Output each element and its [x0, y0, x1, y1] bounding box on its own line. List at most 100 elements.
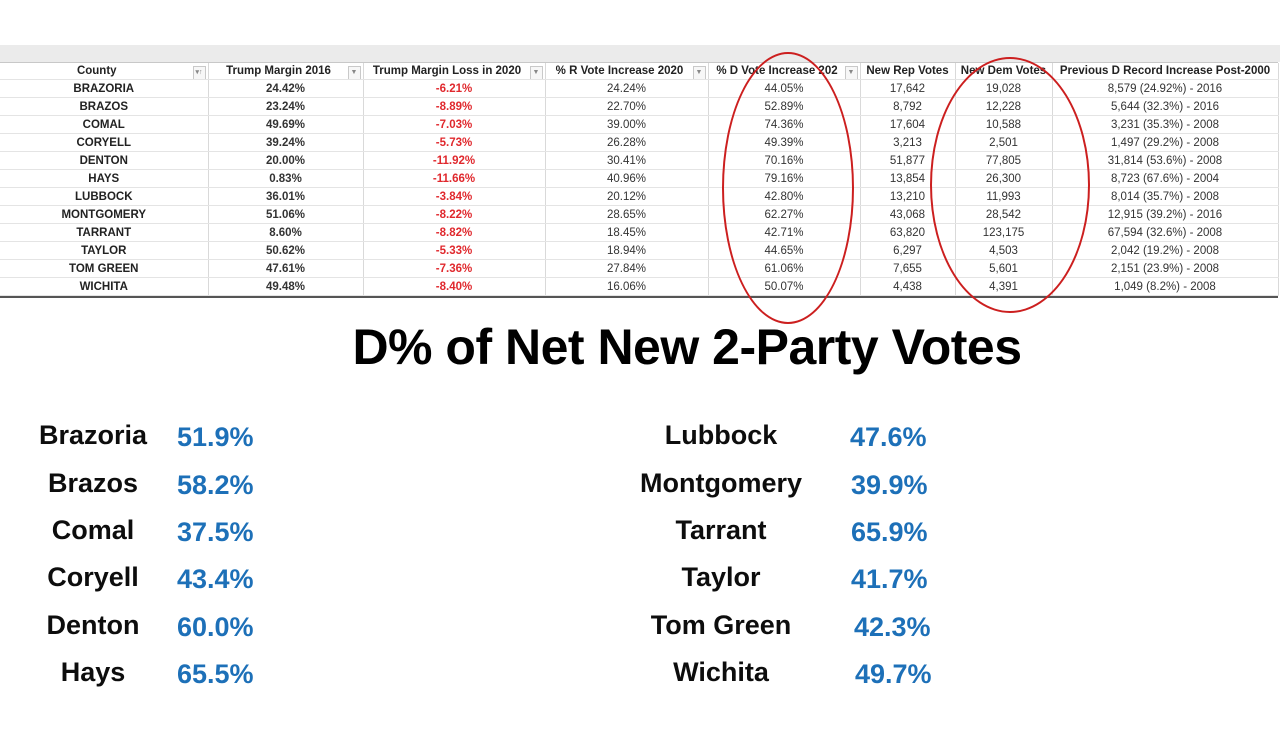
cell-county[interactable]: MONTGOMERY — [0, 205, 209, 224]
cell-r-vote-increase[interactable]: 22.70% — [545, 97, 709, 116]
column-header-r-vote-increase[interactable]: % R Vote Increase 2020 ▼ — [545, 63, 709, 80]
cell-trump-margin-loss-2020[interactable]: -11.92% — [363, 151, 546, 170]
column-header-trump-margin-loss-2020[interactable]: Trump Margin Loss in 2020 ▼ — [363, 63, 546, 80]
cell-d-vote-increase[interactable]: 50.07% — [708, 277, 861, 296]
cell-county[interactable]: BRAZOS — [0, 97, 209, 116]
cell-new-rep-votes[interactable]: 51,877 — [860, 151, 956, 170]
cell-trump-margin-loss-2020[interactable]: -6.21% — [363, 79, 546, 98]
cell-r-vote-increase[interactable]: 16.06% — [545, 277, 709, 296]
cell-trump-margin-loss-2020[interactable]: -11.66% — [363, 169, 546, 188]
cell-new-dem-votes[interactable]: 77,805 — [955, 151, 1053, 170]
column-header-county[interactable]: County ▾↑ — [0, 63, 209, 80]
cell-trump-margin-2016[interactable]: 20.00% — [208, 151, 364, 170]
cell-d-vote-increase[interactable]: 74.36% — [708, 115, 861, 134]
cell-new-rep-votes[interactable]: 63,820 — [860, 223, 956, 242]
cell-d-vote-increase[interactable]: 79.16% — [708, 169, 861, 188]
cell-trump-margin-loss-2020[interactable]: -7.03% — [363, 115, 546, 134]
cell-new-rep-votes[interactable]: 17,642 — [860, 79, 956, 98]
cell-previous-d-record[interactable]: 1,497 (29.2%) - 2008 — [1052, 133, 1279, 152]
cell-trump-margin-2016[interactable]: 0.83% — [208, 169, 364, 188]
cell-trump-margin-2016[interactable]: 49.69% — [208, 115, 364, 134]
cell-new-rep-votes[interactable]: 13,854 — [860, 169, 956, 188]
cell-county[interactable]: TARRANT — [0, 223, 209, 242]
cell-d-vote-increase[interactable]: 62.27% — [708, 205, 861, 224]
cell-new-dem-votes[interactable]: 19,028 — [955, 79, 1053, 98]
cell-trump-margin-2016[interactable]: 51.06% — [208, 205, 364, 224]
cell-previous-d-record[interactable]: 8,014 (35.7%) - 2008 — [1052, 187, 1279, 206]
cell-previous-d-record[interactable]: 2,042 (19.2%) - 2008 — [1052, 241, 1279, 260]
cell-r-vote-increase[interactable]: 18.45% — [545, 223, 709, 242]
cell-d-vote-increase[interactable]: 44.05% — [708, 79, 861, 98]
cell-new-dem-votes[interactable]: 123,175 — [955, 223, 1053, 242]
cell-r-vote-increase[interactable]: 24.24% — [545, 79, 709, 98]
column-header-new-dem-votes[interactable]: New Dem Votes — [955, 63, 1053, 80]
cell-new-rep-votes[interactable]: 13,210 — [860, 187, 956, 206]
filter-dropdown-icon[interactable]: ▼ — [347, 66, 361, 79]
cell-trump-margin-loss-2020[interactable]: -5.33% — [363, 241, 546, 260]
column-header-previous-d-record[interactable]: Previous D Record Increase Post-2000 — [1052, 63, 1279, 80]
cell-trump-margin-2016[interactable]: 39.24% — [208, 133, 364, 152]
cell-trump-margin-loss-2020[interactable]: -3.84% — [363, 187, 546, 206]
cell-trump-margin-loss-2020[interactable]: -5.73% — [363, 133, 546, 152]
cell-county[interactable]: HAYS — [0, 169, 209, 188]
cell-r-vote-increase[interactable]: 26.28% — [545, 133, 709, 152]
cell-d-vote-increase[interactable]: 44.65% — [708, 241, 861, 260]
cell-previous-d-record[interactable]: 67,594 (32.6%) - 2008 — [1052, 223, 1279, 242]
cell-trump-margin-loss-2020[interactable]: -8.40% — [363, 277, 546, 296]
cell-new-dem-votes[interactable]: 11,993 — [955, 187, 1053, 206]
cell-new-dem-votes[interactable]: 26,300 — [955, 169, 1053, 188]
cell-trump-margin-2016[interactable]: 23.24% — [208, 97, 364, 116]
column-header-trump-margin-2016[interactable]: Trump Margin 2016 ▼ — [208, 63, 364, 80]
cell-trump-margin-2016[interactable]: 36.01% — [208, 187, 364, 206]
cell-previous-d-record[interactable]: 5,644 (32.3%) - 2016 — [1052, 97, 1279, 116]
cell-d-vote-increase[interactable]: 70.16% — [708, 151, 861, 170]
cell-county[interactable]: LUBBOCK — [0, 187, 209, 206]
filter-dropdown-icon[interactable]: ▼ — [529, 66, 543, 79]
cell-d-vote-increase[interactable]: 42.80% — [708, 187, 861, 206]
cell-new-rep-votes[interactable]: 8,792 — [860, 97, 956, 116]
cell-county[interactable]: CORYELL — [0, 133, 209, 152]
cell-trump-margin-loss-2020[interactable]: -8.22% — [363, 205, 546, 224]
cell-county[interactable]: DENTON — [0, 151, 209, 170]
cell-r-vote-increase[interactable]: 30.41% — [545, 151, 709, 170]
cell-new-dem-votes[interactable]: 2,501 — [955, 133, 1053, 152]
cell-new-rep-votes[interactable]: 3,213 — [860, 133, 956, 152]
cell-d-vote-increase[interactable]: 52.89% — [708, 97, 861, 116]
cell-county[interactable]: COMAL — [0, 115, 209, 134]
cell-county[interactable]: TAYLOR — [0, 241, 209, 260]
cell-d-vote-increase[interactable]: 49.39% — [708, 133, 861, 152]
cell-trump-margin-2016[interactable]: 24.42% — [208, 79, 364, 98]
cell-trump-margin-loss-2020[interactable]: -8.82% — [363, 223, 546, 242]
cell-new-rep-votes[interactable]: 4,438 — [860, 277, 956, 296]
cell-new-dem-votes[interactable]: 5,601 — [955, 259, 1053, 278]
cell-new-rep-votes[interactable]: 17,604 — [860, 115, 956, 134]
cell-previous-d-record[interactable]: 1,049 (8.2%) - 2008 — [1052, 277, 1279, 296]
cell-trump-margin-2016[interactable]: 49.48% — [208, 277, 364, 296]
cell-new-dem-votes[interactable]: 10,588 — [955, 115, 1053, 134]
cell-d-vote-increase[interactable]: 42.71% — [708, 223, 861, 242]
cell-county[interactable]: TOM GREEN — [0, 259, 209, 278]
cell-trump-margin-2016[interactable]: 47.61% — [208, 259, 364, 278]
filter-dropdown-icon[interactable]: ▼ — [844, 66, 858, 79]
cell-trump-margin-2016[interactable]: 50.62% — [208, 241, 364, 260]
cell-new-dem-votes[interactable]: 4,391 — [955, 277, 1053, 296]
cell-new-dem-votes[interactable]: 12,228 — [955, 97, 1053, 116]
cell-trump-margin-loss-2020[interactable]: -8.89% — [363, 97, 546, 116]
cell-r-vote-increase[interactable]: 18.94% — [545, 241, 709, 260]
cell-r-vote-increase[interactable]: 40.96% — [545, 169, 709, 188]
cell-previous-d-record[interactable]: 3,231 (35.3%) - 2008 — [1052, 115, 1279, 134]
cell-new-dem-votes[interactable]: 28,542 — [955, 205, 1053, 224]
cell-r-vote-increase[interactable]: 20.12% — [545, 187, 709, 206]
cell-previous-d-record[interactable]: 31,814 (53.6%) - 2008 — [1052, 151, 1279, 170]
cell-county[interactable]: WICHITA — [0, 277, 209, 296]
cell-previous-d-record[interactable]: 8,579 (24.92%) - 2016 — [1052, 79, 1279, 98]
cell-county[interactable]: BRAZORIA — [0, 79, 209, 98]
column-header-d-vote-increase[interactable]: % D Vote Increase 202 ▼ — [708, 63, 861, 80]
column-header-new-rep-votes[interactable]: New Rep Votes — [860, 63, 956, 80]
cell-r-vote-increase[interactable]: 39.00% — [545, 115, 709, 134]
cell-trump-margin-2016[interactable]: 8.60% — [208, 223, 364, 242]
cell-r-vote-increase[interactable]: 27.84% — [545, 259, 709, 278]
cell-trump-margin-loss-2020[interactable]: -7.36% — [363, 259, 546, 278]
cell-new-rep-votes[interactable]: 6,297 — [860, 241, 956, 260]
filter-dropdown-icon[interactable]: ▼ — [692, 66, 706, 79]
